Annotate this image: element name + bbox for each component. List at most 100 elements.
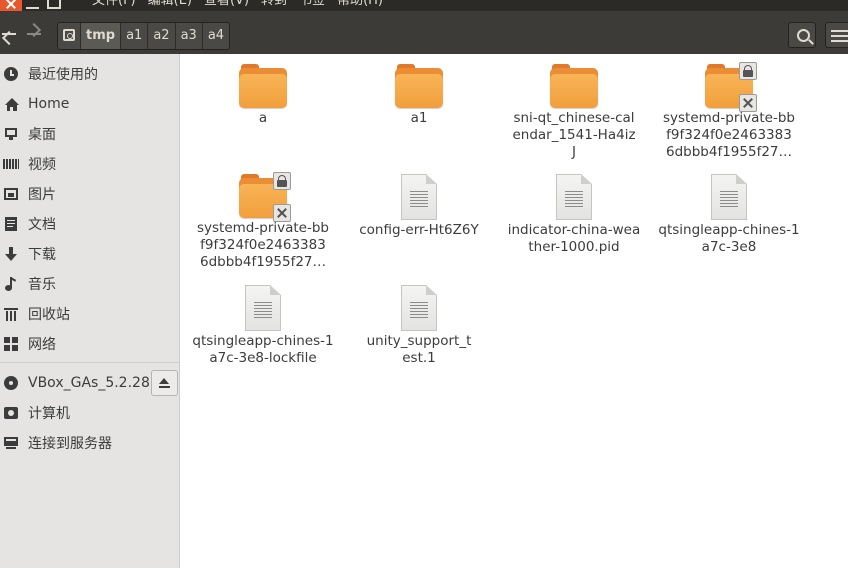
- lock-icon: [739, 62, 757, 80]
- file-item-folder-a[interactable]: a: [188, 64, 338, 127]
- trash-icon: [3, 306, 19, 322]
- file-name: a: [258, 110, 268, 126]
- search-icon: [797, 29, 810, 42]
- back-arrow-icon: [2, 33, 16, 35]
- sidebar-item-videos[interactable]: 视频: [0, 149, 180, 179]
- sidebar-divider: [0, 362, 180, 363]
- menu-view[interactable]: 查看(V): [204, 0, 249, 9]
- sidebar-label: 文档: [28, 217, 56, 233]
- path-root-button[interactable]: [58, 23, 81, 49]
- sidebar-label: 回收站: [28, 307, 70, 323]
- file-name: systemd-private-bbf9f324f0e24633836dbbb4…: [197, 220, 329, 270]
- file-item-folder-systemd-1[interactable]: systemd-private-bbf9f324f0e24633836dbbb4…: [654, 62, 804, 161]
- path-crumb-a4[interactable]: a4: [202, 23, 230, 49]
- home-icon: [3, 96, 19, 112]
- file-name: config-err-Ht6Z6Y: [359, 222, 479, 238]
- music-icon: [3, 276, 19, 292]
- drive-icon: [63, 29, 75, 41]
- sidebar-label: 图片: [28, 187, 56, 203]
- file-name: qtsingleapp-chines-1a7c-3e8-lockfile: [192, 333, 334, 366]
- sidebar-item-music[interactable]: 音乐: [0, 269, 180, 299]
- sidebar-label: 最近使用的: [28, 67, 98, 83]
- menu-bookmarks[interactable]: 书签: [299, 0, 325, 9]
- sidebar-item-connect-server[interactable]: 连接到服务器: [0, 428, 180, 458]
- maximize-window-icon[interactable]: [43, 0, 64, 11]
- file-item-unity-support-test[interactable]: unity_support_test.1: [344, 285, 494, 367]
- forward-button[interactable]: [25, 23, 47, 45]
- path-crumb-tmp[interactable]: tmp: [81, 23, 122, 49]
- file-item-folder-sni-qt[interactable]: sni-qt_chinese-calendar_1541-Ha4izJ: [499, 64, 649, 161]
- desktop-icon: [3, 126, 19, 142]
- sidebar-item-recent[interactable]: 最近使用的: [0, 59, 180, 89]
- menu-bar: 文件(F) 编辑(E) 查看(V) 转到 书签 帮助(H): [0, 0, 848, 11]
- menu-list: 文件(F) 编辑(E) 查看(V) 转到 书签 帮助(H): [92, 0, 383, 9]
- no-access-icon: [739, 94, 757, 112]
- locked-folder-icon: [239, 172, 291, 222]
- menu-edit[interactable]: 编辑(E): [148, 0, 192, 9]
- file-item-qtsingleapp[interactable]: qtsingleapp-chines-1a7c-3e8: [654, 174, 804, 256]
- back-button[interactable]: [0, 23, 22, 45]
- sidebar-item-computer[interactable]: 计算机: [0, 398, 180, 428]
- path-crumb-a3[interactable]: a3: [175, 23, 203, 49]
- path-crumb-a2[interactable]: a2: [148, 23, 176, 49]
- sidebar-item-home[interactable]: Home: [0, 89, 180, 119]
- list-view-icon: [835, 30, 848, 42]
- text-file-icon: [401, 174, 437, 220]
- sidebar-item-documents[interactable]: 文档: [0, 209, 180, 239]
- menu-go[interactable]: 转到: [261, 0, 287, 9]
- path-bar: tmp a1 a2 a3 a4: [57, 22, 231, 50]
- pictures-icon: [3, 186, 19, 202]
- file-name: systemd-private-bbf9f324f0e24633836dbbb4…: [663, 110, 795, 160]
- eject-button[interactable]: [151, 370, 178, 396]
- menu-help[interactable]: 帮助(H): [337, 0, 383, 9]
- sidebar-item-desktop[interactable]: 桌面: [0, 119, 180, 149]
- disc-icon: [3, 375, 19, 391]
- view-toggle-button[interactable]: [825, 22, 848, 48]
- close-window-icon[interactable]: [0, 0, 22, 11]
- file-item-folder-a1[interactable]: a1: [344, 64, 494, 127]
- path-crumb-a1[interactable]: a1: [121, 23, 149, 49]
- text-file-icon: [556, 174, 592, 220]
- text-file-icon: [245, 285, 281, 331]
- network-icon: [3, 336, 19, 352]
- file-name: unity_support_test.1: [366, 333, 472, 366]
- sidebar-label: 网络: [28, 337, 56, 353]
- recent-icon: [3, 66, 19, 82]
- search-button[interactable]: [788, 22, 816, 48]
- file-item-qtsingleapp-lockfile[interactable]: qtsingleapp-chines-1a7c-3e8-lockfile: [188, 285, 338, 367]
- file-item-indicator-pid[interactable]: indicator-china-weather-1000.pid: [499, 174, 649, 256]
- sidebar-item-pictures[interactable]: 图片: [0, 179, 180, 209]
- locked-folder-icon: [705, 62, 757, 112]
- sidebar-label: 连接到服务器: [28, 436, 112, 452]
- file-item-config-err[interactable]: config-err-Ht6Z6Y: [344, 174, 494, 239]
- sidebar-label: 视频: [28, 157, 56, 173]
- sidebar-label: 音乐: [28, 277, 56, 293]
- sidebar-label: 下载: [28, 247, 56, 263]
- eject-icon: [159, 378, 170, 389]
- no-access-icon: [273, 204, 291, 222]
- menu-file[interactable]: 文件(F): [92, 0, 136, 9]
- lock-icon: [273, 172, 291, 190]
- toolbar: tmp a1 a2 a3 a4: [0, 11, 848, 54]
- documents-icon: [3, 216, 19, 232]
- video-icon: [3, 156, 19, 172]
- computer-drive-icon: [3, 405, 19, 421]
- file-name: a1: [410, 110, 428, 126]
- file-item-folder-systemd-2[interactable]: systemd-private-bbf9f324f0e24633836dbbb4…: [188, 172, 338, 271]
- sidebar-item-downloads[interactable]: 下载: [0, 239, 180, 269]
- file-name: indicator-china-weather-1000.pid: [507, 222, 641, 255]
- file-view: a a1 sni-qt_chinese-calendar_1541-Ha4izJ…: [181, 54, 848, 568]
- sidebar-label: VBox_GAs_5.2.28: [28, 375, 150, 391]
- minimize-window-icon[interactable]: [22, 0, 43, 11]
- sidebar-label: 桌面: [28, 127, 56, 143]
- sidebar-item-trash[interactable]: 回收站: [0, 299, 180, 329]
- file-name: qtsingleapp-chines-1a7c-3e8: [658, 222, 800, 255]
- forward-arrow-icon: [27, 33, 41, 35]
- sidebar: 最近使用的 Home 桌面 视频 图片 文档 下载 音乐 回收站 网络 VBox…: [0, 54, 180, 568]
- sidebar-item-network[interactable]: 网络: [0, 329, 180, 359]
- download-icon: [3, 246, 19, 262]
- sidebar-item-vbox-disc[interactable]: VBox_GAs_5.2.28: [0, 368, 150, 398]
- folder-icon: [239, 64, 287, 108]
- text-file-icon: [711, 174, 747, 220]
- text-file-icon: [401, 285, 437, 331]
